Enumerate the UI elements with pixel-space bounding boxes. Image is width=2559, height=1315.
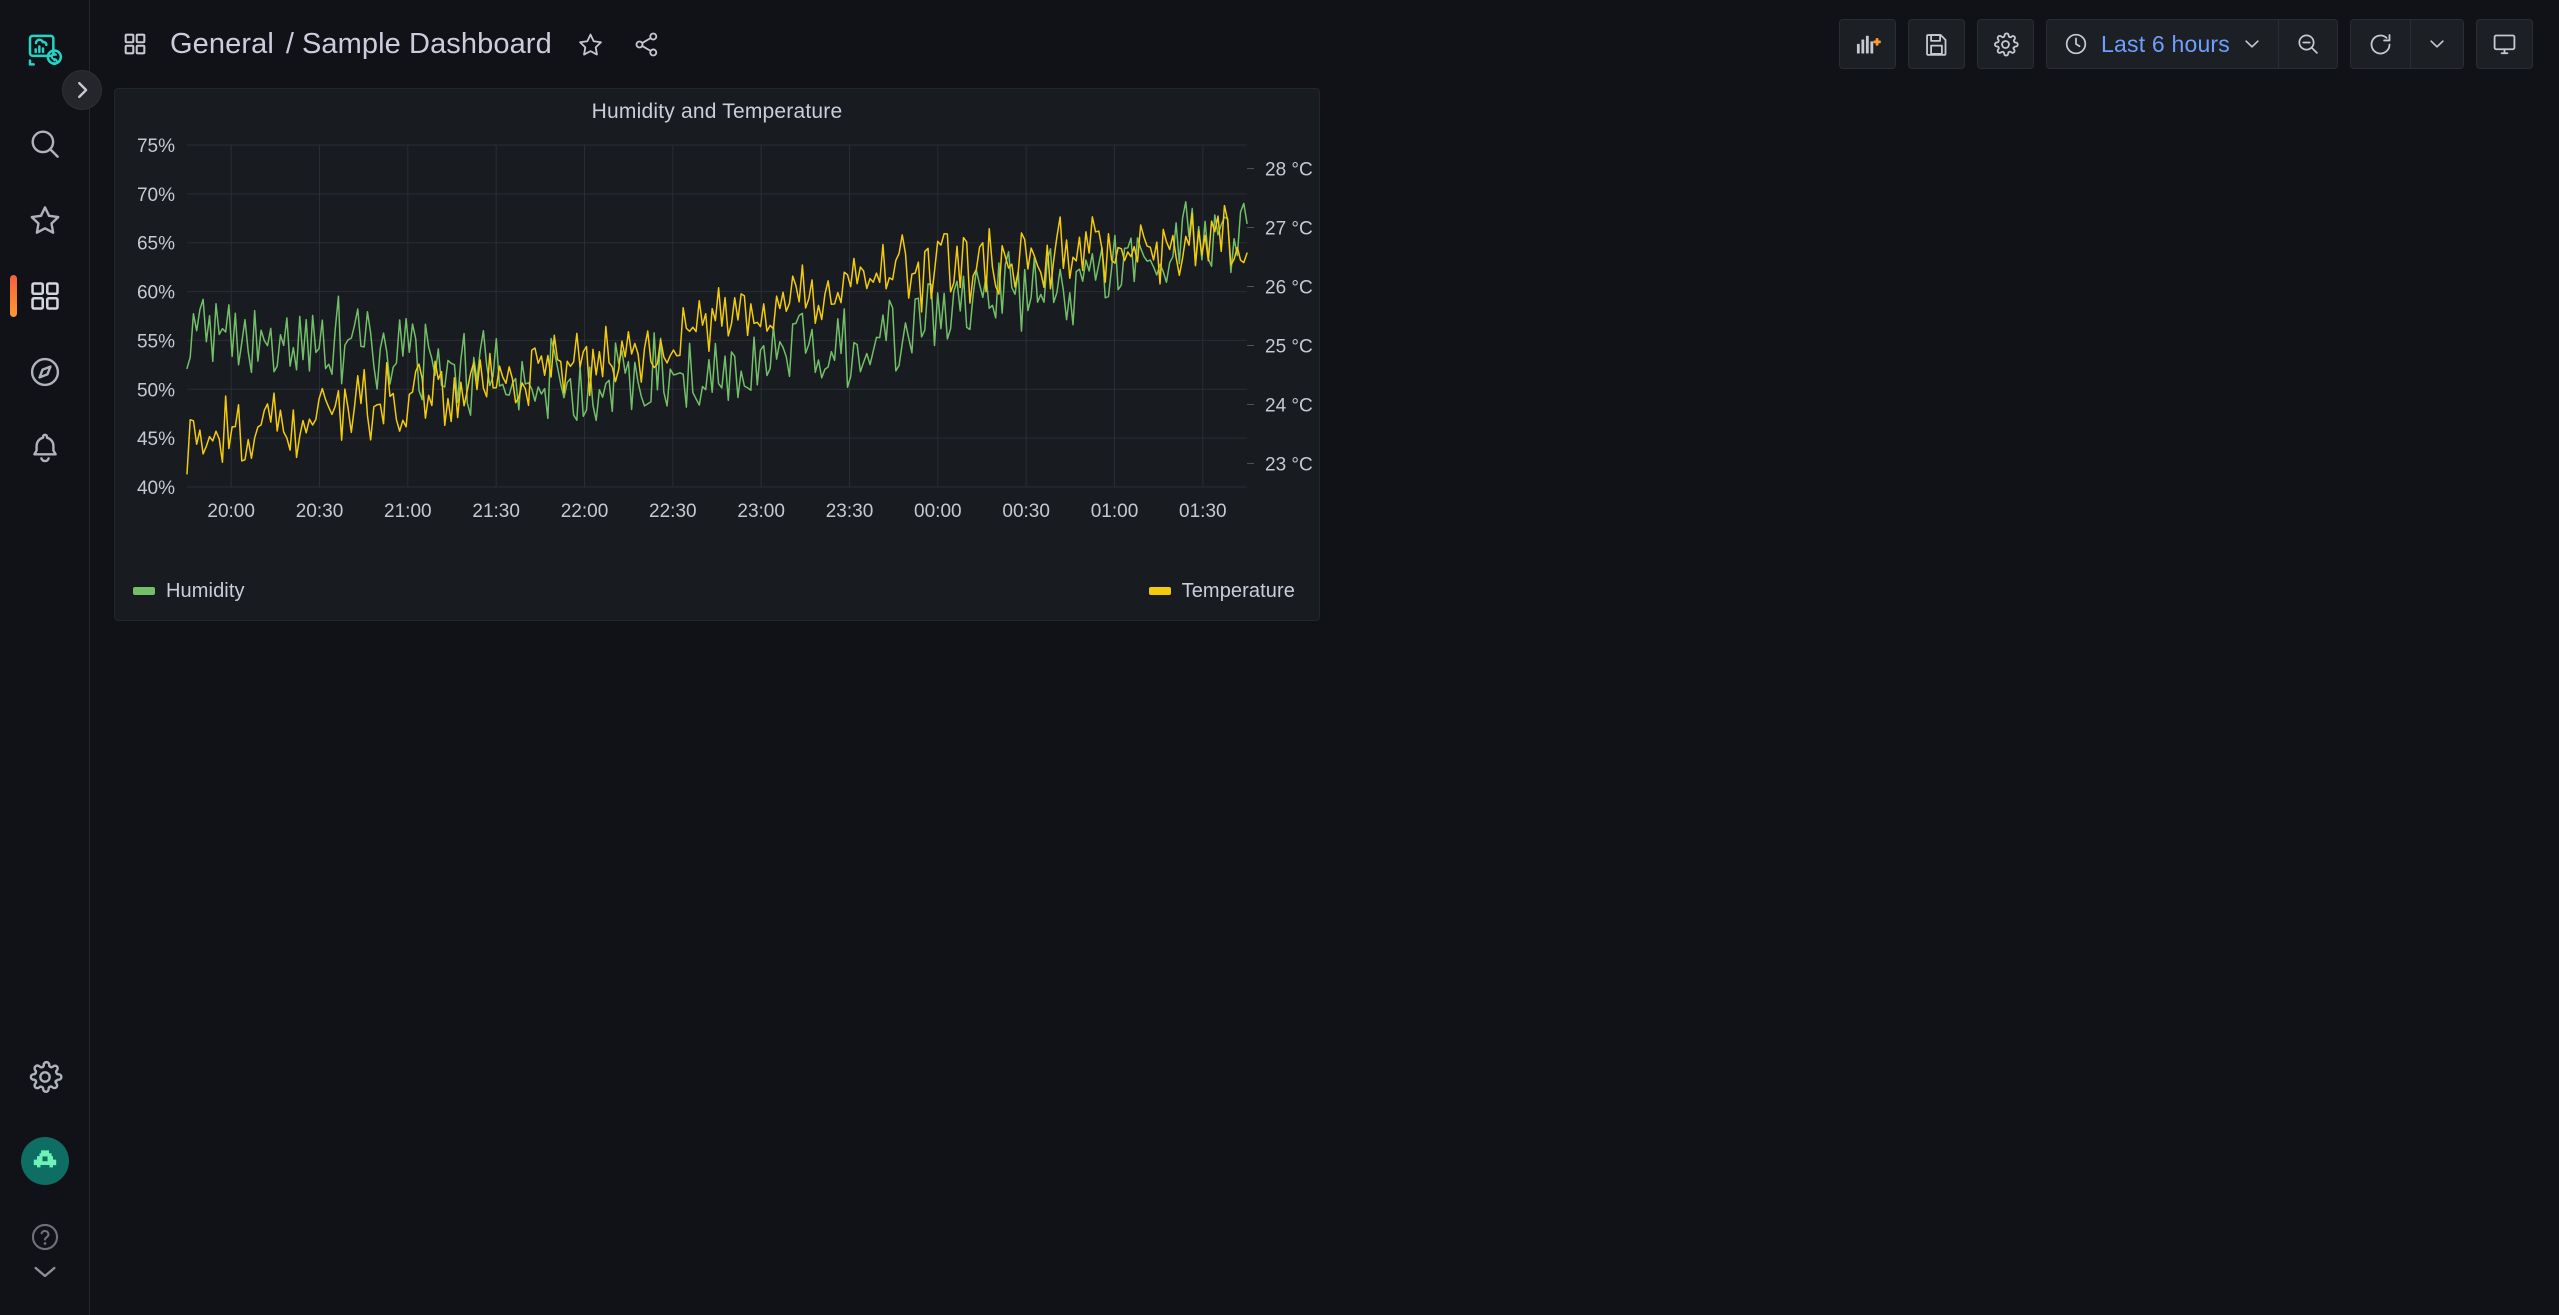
time-range-label: Last 6 hours [2101, 30, 2230, 57]
top-bar: General / Sample Dashboard Last 6 hours [90, 0, 2559, 88]
svg-text:01:00: 01:00 [1091, 501, 1139, 522]
svg-text:40%: 40% [137, 478, 175, 499]
dashboard-canvas: Humidity and Temperature 40% 45% 50% 55% 60%… [90, 88, 2559, 1315]
clock-icon [2063, 31, 2089, 57]
sidebar-item-explore[interactable] [0, 334, 90, 410]
sidebar-item-starred[interactable] [0, 182, 90, 258]
panel-header[interactable]: Humidity and Temperature [115, 89, 1319, 135]
kiosk-mode-button[interactable] [2476, 19, 2533, 69]
legend-color-swatch [133, 587, 155, 595]
svg-text:21:30: 21:30 [472, 501, 520, 522]
svg-text:22:30: 22:30 [649, 501, 697, 522]
page-title[interactable]: Sample Dashboard [302, 28, 552, 61]
sidebar-item-dashboards[interactable] [0, 258, 90, 334]
svg-text:65%: 65% [137, 234, 175, 255]
refresh-button[interactable] [2351, 20, 2410, 68]
avatar[interactable] [20, 1137, 69, 1185]
svg-text:00:00: 00:00 [914, 501, 962, 522]
svg-text:27 °C: 27 °C [1265, 219, 1313, 240]
breadcrumb-folder[interactable]: General [170, 28, 274, 61]
breadcrumb-separator: / [285, 27, 294, 60]
svg-text:24 °C: 24 °C [1265, 395, 1313, 416]
sidebar-item-alerting[interactable] [0, 410, 90, 486]
svg-text:26 °C: 26 °C [1265, 278, 1313, 299]
dashboard-settings-button[interactable] [1977, 19, 2035, 69]
panel-body: 40% 45% 50% 55% 60% 65% 70% 75% 20:00 20:30 21:00 2… [115, 135, 1319, 565]
svg-text:45%: 45% [137, 429, 175, 450]
grafana-logo-icon[interactable] [23, 28, 67, 72]
svg-text:23:30: 23:30 [826, 501, 874, 522]
save-dashboard-button[interactable] [1908, 19, 1966, 69]
panel-humidity-and-temperature: Humidity and Temperature 40% 45% 50% 55% 60%… [114, 88, 1320, 621]
svg-text:28 °C: 28 °C [1265, 160, 1313, 181]
svg-text:70%: 70% [137, 185, 175, 206]
svg-text:20:30: 20:30 [296, 501, 344, 522]
grafana-app: General / Sample Dashboard Last 6 hours … [0, 0, 2559, 1315]
time-range-group: Last 6 hours [2046, 19, 2338, 69]
svg-text:23:00: 23:00 [737, 501, 785, 522]
breadcrumb: General / Sample Dashboard [122, 0, 664, 88]
timeseries-svg: 40% 45% 50% 55% 60% 65% 70% 75% 20:00 20:30 21:00 2… [137, 136, 1313, 522]
share-nodes-icon[interactable] [630, 27, 664, 61]
svg-text:22:00: 22:00 [561, 501, 609, 522]
chevron-down-icon [2242, 34, 2262, 54]
left-nav-rail [0, 0, 90, 1315]
apps-grid-icon [122, 31, 148, 57]
legend-color-swatch [1148, 587, 1171, 595]
svg-text:60%: 60% [137, 283, 175, 304]
nav-bottom-group [0, 1039, 89, 1315]
help-chevron-down-icon[interactable] [0, 1263, 90, 1289]
svg-text:25 °C: 25 °C [1265, 336, 1313, 357]
time-range-picker[interactable]: Last 6 hours [2047, 20, 2278, 68]
refresh-interval-dropdown[interactable] [2410, 20, 2463, 68]
svg-text:55%: 55% [137, 331, 175, 352]
svg-text:01:30: 01:30 [1179, 501, 1227, 522]
legend-item-temperature[interactable]: Temperature [1148, 579, 1295, 603]
svg-text:00:30: 00:30 [1002, 501, 1050, 522]
refresh-group [2350, 19, 2464, 69]
sidebar-item-help[interactable] [0, 1211, 90, 1263]
sidebar-item-configuration[interactable] [0, 1039, 90, 1115]
panel-title: Humidity and Temperature [591, 100, 843, 123]
svg-text:50%: 50% [137, 380, 175, 401]
svg-text:20:00: 20:00 [207, 501, 255, 522]
dashboard-toolbar: Last 6 hours [1839, 0, 2533, 88]
star-outline-icon[interactable] [574, 27, 608, 61]
svg-text:75%: 75% [137, 136, 175, 157]
sidebar-item-search[interactable] [0, 106, 90, 182]
panel-legend: Humidity Temperature [115, 565, 1319, 617]
expand-sidebar-button[interactable] [62, 70, 102, 110]
timeseries-plot[interactable]: 40% 45% 50% 55% 60% 65% 70% 75% 20:00 20:30 21:00 2… [115, 135, 1319, 565]
legend-label: Temperature [1181, 579, 1295, 602]
svg-text:23 °C: 23 °C [1265, 454, 1313, 475]
legend-label: Humidity [166, 579, 245, 602]
legend-item-humidity[interactable]: Humidity [133, 580, 245, 603]
add-panel-button[interactable] [1839, 19, 1897, 69]
svg-text:21:00: 21:00 [384, 501, 432, 522]
zoom-out-time-button[interactable] [2278, 20, 2337, 68]
